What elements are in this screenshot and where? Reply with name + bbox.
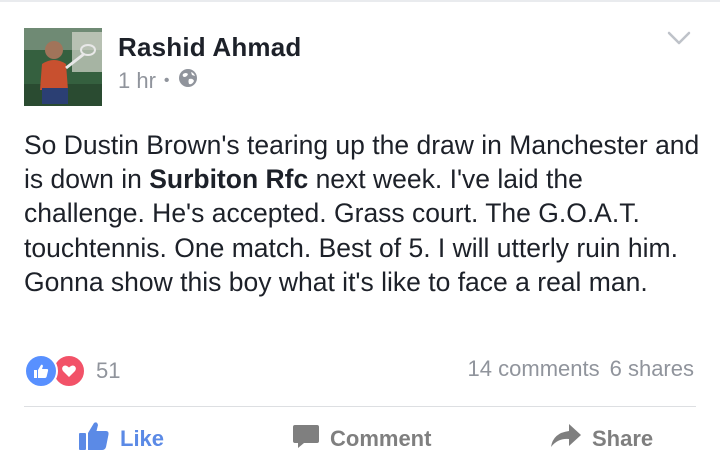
share-label: Share bbox=[592, 426, 654, 451]
post-body: So Dustin Brown's tearing up the draw in… bbox=[24, 128, 704, 299]
feed-post: Rashid Ahmad 1 hr • So Dustin Brown's te… bbox=[0, 0, 720, 470]
like-label: Like bbox=[120, 426, 165, 451]
comment-label: Comment bbox=[330, 426, 432, 451]
comments-count[interactable]: 14 comments bbox=[468, 356, 600, 382]
globe-icon[interactable] bbox=[178, 68, 198, 94]
tagged-place[interactable]: Surbiton Rfc bbox=[149, 164, 308, 194]
post-timestamp[interactable]: 1 hr bbox=[118, 68, 156, 94]
share-arrow-icon bbox=[550, 422, 592, 456]
reaction-count: 51 bbox=[96, 358, 121, 383]
avatar[interactable] bbox=[24, 28, 102, 106]
post-meta: 1 hr • bbox=[118, 66, 198, 96]
like-reaction-icon bbox=[24, 354, 58, 388]
post-actions: Like Comment Share bbox=[0, 418, 720, 460]
share-button[interactable]: Share bbox=[550, 418, 653, 460]
comment-icon bbox=[292, 422, 330, 456]
author-name[interactable]: Rashid Ahmad bbox=[118, 32, 301, 63]
meta-separator: • bbox=[163, 72, 170, 89]
actions-divider bbox=[24, 406, 696, 407]
engagement-stats: 14 comments 6 shares bbox=[468, 356, 694, 382]
comment-button[interactable]: Comment bbox=[292, 418, 431, 460]
thumbs-up-icon bbox=[78, 421, 120, 457]
like-button[interactable]: Like bbox=[78, 418, 164, 460]
shares-count[interactable]: 6 shares bbox=[610, 356, 694, 382]
reactions-summary[interactable]: 51 bbox=[24, 354, 120, 388]
chevron-down-icon[interactable] bbox=[664, 26, 694, 50]
